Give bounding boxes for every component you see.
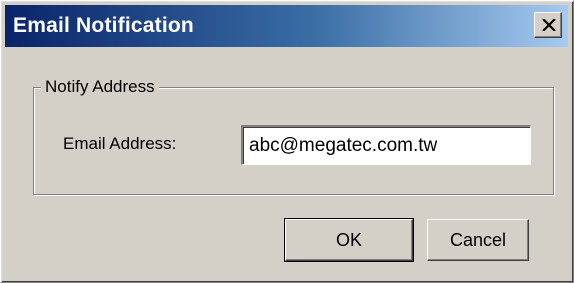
close-x-icon xyxy=(542,19,556,31)
ok-button[interactable]: OK xyxy=(284,218,414,262)
groupbox-legend: Notify Address xyxy=(41,77,159,97)
email-address-input[interactable] xyxy=(241,125,531,165)
window-title: Email Notification xyxy=(13,14,194,37)
close-button[interactable] xyxy=(534,12,562,38)
email-notification-dialog: Email Notification Notify Address Email … xyxy=(0,0,574,283)
title-bar[interactable]: Email Notification xyxy=(5,5,568,47)
email-address-label: Email Address: xyxy=(63,134,177,153)
cancel-button[interactable]: Cancel xyxy=(427,219,529,261)
